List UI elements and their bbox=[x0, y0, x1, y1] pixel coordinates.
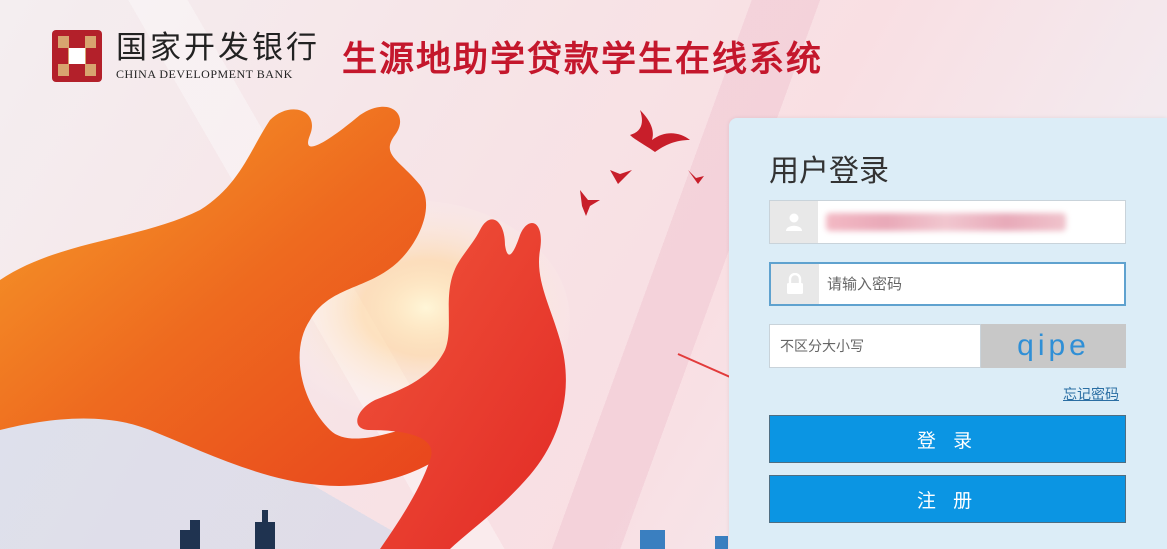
bird-icon bbox=[580, 190, 600, 216]
password-field[interactable] bbox=[769, 262, 1126, 306]
user-icon bbox=[770, 201, 818, 243]
password-input[interactable] bbox=[819, 264, 1124, 304]
username-field[interactable] bbox=[769, 200, 1126, 244]
login-title: 用户登录 bbox=[769, 155, 889, 188]
bank-name-en: CHINA DEVELOPMENT BANK bbox=[116, 66, 293, 81]
login-panel: 用户登录 qipe 忘记密码 登 录 注 册 bbox=[729, 118, 1167, 549]
bird-icon bbox=[630, 110, 690, 152]
register-button[interactable]: 注 册 bbox=[769, 475, 1126, 523]
system-title: 生源地助学贷款学生在线系统 bbox=[342, 39, 824, 80]
heart-hands-illustration bbox=[0, 106, 728, 549]
captcha-input[interactable] bbox=[770, 325, 980, 367]
captcha-image[interactable]: qipe bbox=[981, 324, 1126, 368]
username-value-obscured bbox=[826, 213, 1066, 231]
lock-icon bbox=[771, 264, 819, 304]
login-button[interactable]: 登 录 bbox=[769, 415, 1126, 463]
bank-name-cn: 国家开发银行 bbox=[116, 29, 320, 66]
header: 国家开发银行 CHINA DEVELOPMENT BANK 生源地助学贷款学生在… bbox=[52, 26, 823, 86]
bank-name: 国家开发银行 CHINA DEVELOPMENT BANK bbox=[116, 31, 320, 82]
bird-icon bbox=[688, 170, 704, 184]
bird-icon bbox=[610, 170, 632, 184]
captcha-field[interactable] bbox=[769, 324, 981, 368]
bank-logo-icon bbox=[52, 30, 102, 82]
forgot-password-link[interactable]: 忘记密码 bbox=[1063, 384, 1119, 404]
